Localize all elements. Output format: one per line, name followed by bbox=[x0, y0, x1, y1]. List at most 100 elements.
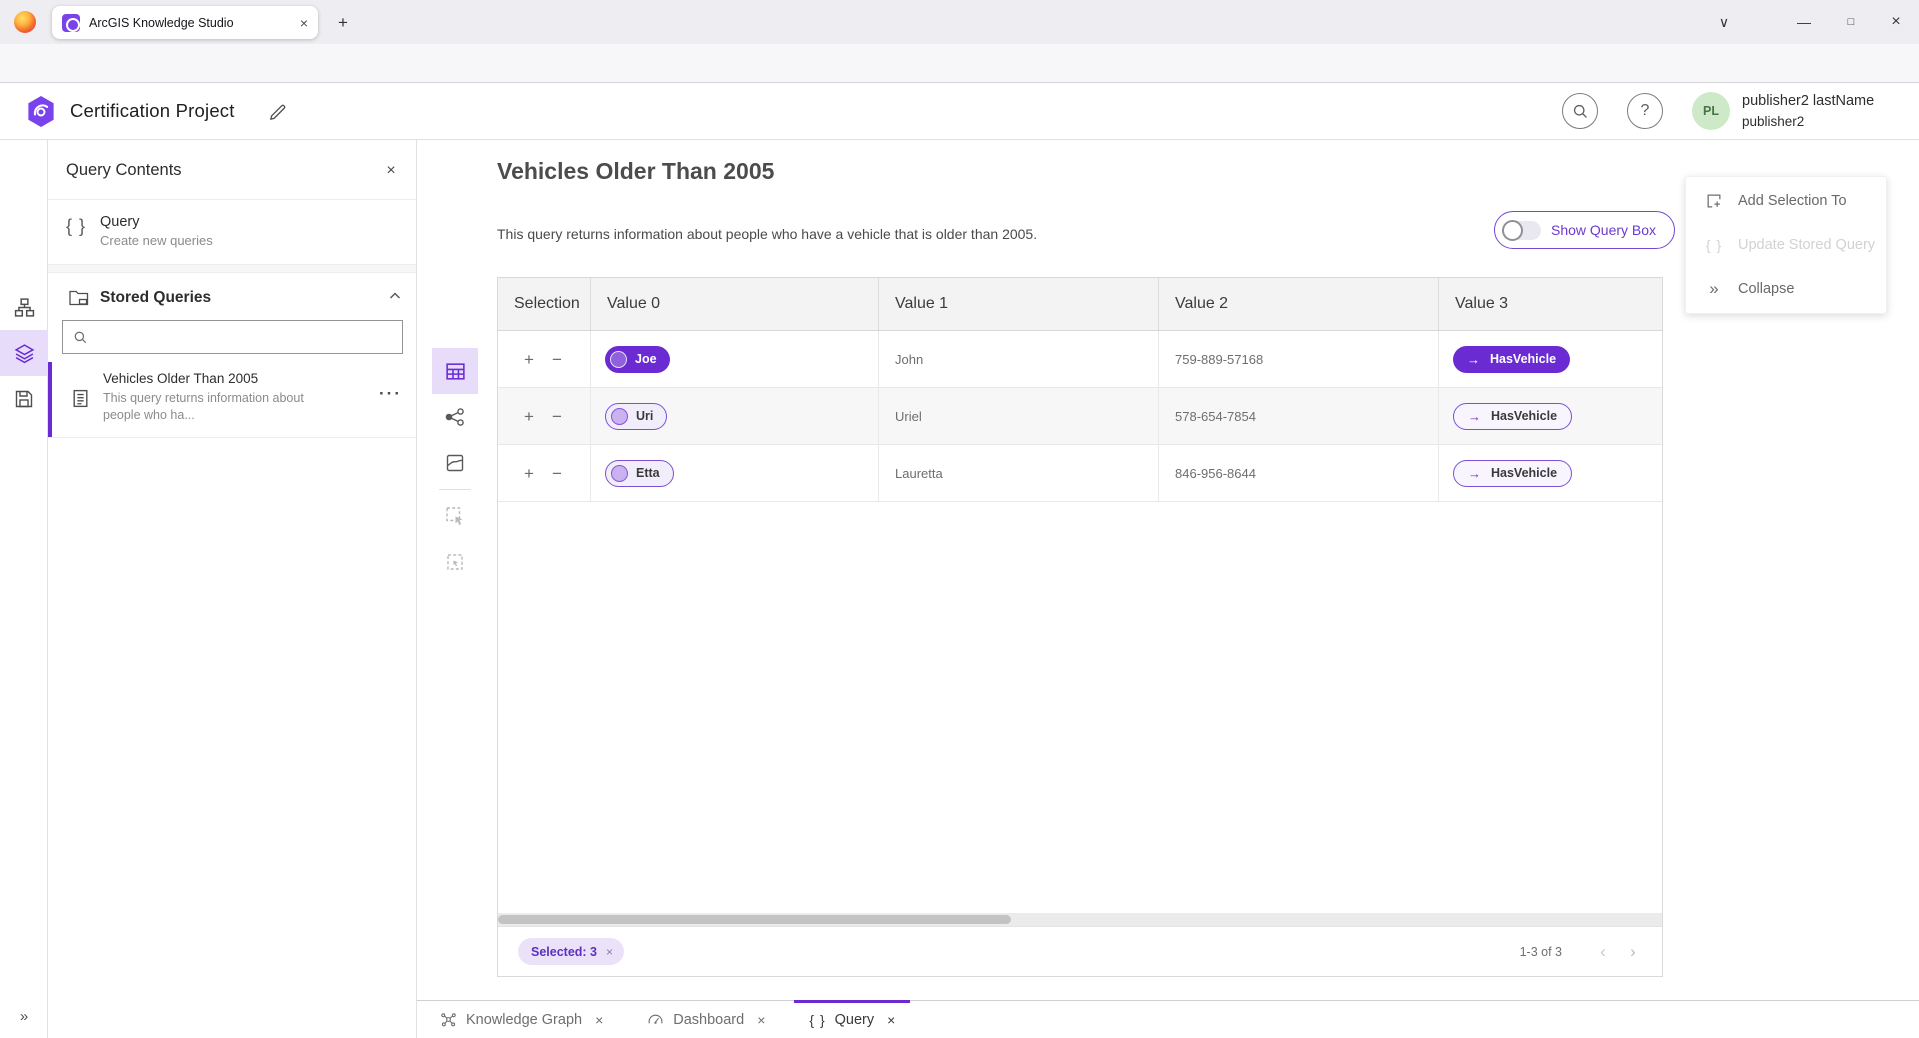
horizontal-scrollbar[interactable] bbox=[498, 913, 1662, 926]
tab-close-icon[interactable]: × bbox=[595, 1012, 603, 1028]
list-all-tabs-icon[interactable]: ∨ bbox=[1701, 0, 1747, 44]
stored-query-more-icon[interactable]: ··· bbox=[379, 384, 402, 404]
query-create-item[interactable]: { } Query Create new queries bbox=[48, 200, 416, 265]
toggle-knob bbox=[1502, 220, 1523, 241]
clear-selection-icon[interactable]: × bbox=[606, 945, 613, 959]
arrow-right-icon: → bbox=[1467, 352, 1480, 367]
column-header-value0[interactable]: Value 0 bbox=[591, 278, 879, 330]
tab-close-icon[interactable]: × bbox=[300, 15, 308, 31]
table-view-button[interactable] bbox=[432, 348, 478, 394]
value2-cell: 846-956-8644 bbox=[1159, 445, 1439, 501]
next-page-icon[interactable]: › bbox=[1618, 937, 1648, 967]
new-tab-button[interactable]: + bbox=[330, 10, 356, 36]
braces-icon: { } bbox=[1704, 237, 1724, 253]
help-button[interactable]: ? bbox=[1627, 93, 1663, 129]
context-menu: Add Selection To { } Update Stored Query… bbox=[1685, 176, 1887, 314]
rail-item-contents[interactable] bbox=[0, 330, 48, 376]
value1-cell: Lauretta bbox=[879, 445, 1159, 501]
avatar[interactable]: PL bbox=[1692, 92, 1730, 130]
entity-pill[interactable]: Uri bbox=[605, 403, 667, 430]
table-row: + − Etta Lauretta 846-956-8644 →HasVehic… bbox=[498, 445, 1662, 502]
table-header-row: Selection Value 0 Value 1 Value 2 Value … bbox=[498, 278, 1662, 331]
map-view-button[interactable] bbox=[432, 440, 478, 486]
rail-item-data-model[interactable] bbox=[0, 284, 48, 330]
menu-item-update-stored-query: { } Update Stored Query bbox=[1686, 223, 1886, 267]
view-toolbar bbox=[432, 348, 478, 585]
show-query-box-label: Show Query Box bbox=[1551, 222, 1656, 238]
window-close-button[interactable]: × bbox=[1873, 0, 1919, 44]
collapse-caret-icon[interactable] bbox=[388, 289, 402, 303]
toggle-switch[interactable] bbox=[1503, 221, 1541, 240]
tab-title: ArcGIS Knowledge Studio bbox=[89, 16, 291, 30]
rail-item-save[interactable] bbox=[0, 376, 48, 422]
relationship-pill[interactable]: →HasVehicle bbox=[1453, 403, 1572, 430]
menu-item-collapse[interactable]: » Collapse bbox=[1686, 267, 1886, 311]
add-selection-icon[interactable]: + bbox=[524, 465, 534, 482]
table-row: + − Uri Uriel 578-654-7854 →HasVehicle bbox=[498, 388, 1662, 445]
expand-rail-button[interactable]: » bbox=[0, 996, 48, 1036]
remove-selection-icon[interactable]: − bbox=[552, 465, 562, 482]
graph-view-button[interactable] bbox=[432, 394, 478, 440]
knowledge-studio-logo-icon bbox=[26, 95, 56, 128]
user-name[interactable]: publisher2 lastName publisher2 bbox=[1742, 91, 1874, 132]
add-selection-icon[interactable]: + bbox=[524, 408, 534, 425]
relationship-cell: →HasVehicle bbox=[1439, 388, 1662, 444]
stored-queries-header[interactable]: Stored Queries bbox=[48, 273, 416, 323]
user-name-line1: publisher2 lastName bbox=[1742, 91, 1874, 112]
browser-tab[interactable]: ArcGIS Knowledge Studio × bbox=[52, 6, 318, 39]
edit-title-pencil-icon[interactable] bbox=[264, 99, 290, 125]
relationship-pill[interactable]: →HasVehicle bbox=[1453, 460, 1572, 487]
page-description: This query returns information about peo… bbox=[497, 226, 1037, 242]
selection-cell: + − bbox=[498, 445, 591, 501]
panel-close-icon[interactable]: × bbox=[378, 158, 404, 184]
arrow-right-icon: → bbox=[1468, 409, 1481, 424]
add-selection-icon[interactable]: + bbox=[524, 351, 534, 368]
selected-count-chip[interactable]: Selected: 3 × bbox=[518, 938, 624, 965]
entity-pill[interactable]: Joe bbox=[605, 346, 670, 373]
tab-label: Query bbox=[835, 1012, 875, 1028]
tab-knowledge-graph[interactable]: Knowledge Graph × bbox=[425, 1001, 618, 1038]
stored-queries-search-input[interactable] bbox=[96, 330, 392, 345]
arrow-right-icon: → bbox=[1468, 466, 1481, 481]
scrollbar-thumb[interactable] bbox=[498, 915, 1011, 924]
previous-page-icon[interactable]: ‹ bbox=[1588, 937, 1618, 967]
relationship-pill[interactable]: →HasVehicle bbox=[1453, 346, 1570, 373]
tab-dashboard[interactable]: Dashboard × bbox=[632, 1001, 780, 1038]
stored-query-list-item[interactable]: Vehicles Older Than 2005 This query retu… bbox=[48, 362, 416, 438]
tab-close-icon[interactable]: × bbox=[757, 1012, 765, 1028]
remove-selection-icon[interactable]: − bbox=[552, 351, 562, 368]
remove-selection-icon[interactable]: − bbox=[552, 408, 562, 425]
bottom-tab-bar: Knowledge Graph × Dashboard × { } Query … bbox=[417, 1000, 1919, 1038]
table-icon bbox=[444, 360, 467, 383]
braces-icon: { } bbox=[809, 1012, 825, 1028]
firefox-logo-icon[interactable] bbox=[14, 11, 36, 33]
tab-close-icon[interactable]: × bbox=[887, 1012, 895, 1028]
project-title: Certification Project bbox=[70, 83, 235, 139]
window-maximize-button[interactable]: □ bbox=[1828, 0, 1874, 44]
query-item-subtitle: Create new queries bbox=[100, 233, 213, 248]
entity-dot-icon bbox=[611, 465, 628, 482]
stored-query-icon bbox=[70, 388, 91, 409]
dashboard-gauge-icon bbox=[647, 1011, 664, 1028]
column-header-value3[interactable]: Value 3 bbox=[1439, 278, 1662, 330]
entity-pill[interactable]: Etta bbox=[605, 460, 674, 487]
selected-indicator-bar bbox=[48, 362, 52, 437]
search-button[interactable] bbox=[1562, 93, 1598, 129]
entity-cell: Etta bbox=[591, 445, 879, 501]
selection-cell: + − bbox=[498, 331, 591, 387]
knowledge-graph-icon bbox=[440, 1011, 457, 1028]
stored-query-description: This query returns information about peo… bbox=[103, 390, 315, 423]
stored-queries-search[interactable] bbox=[62, 320, 403, 354]
query-item-title: Query bbox=[100, 214, 140, 230]
column-header-value2[interactable]: Value 2 bbox=[1159, 278, 1439, 330]
tab-query[interactable]: { } Query × bbox=[794, 1001, 910, 1038]
double-chevron-right-icon: » bbox=[1704, 279, 1724, 299]
value2-cell: 578-654-7854 bbox=[1159, 388, 1439, 444]
window-minimize-button[interactable]: — bbox=[1781, 0, 1827, 44]
column-header-selection[interactable]: Selection bbox=[498, 278, 591, 330]
show-query-box-toggle[interactable]: Show Query Box bbox=[1494, 211, 1675, 249]
menu-item-add-selection-to[interactable]: Add Selection To bbox=[1686, 179, 1886, 223]
dashed-box-select-icon bbox=[444, 551, 466, 573]
value1-cell: Uriel bbox=[879, 388, 1159, 444]
column-header-value1[interactable]: Value 1 bbox=[879, 278, 1159, 330]
